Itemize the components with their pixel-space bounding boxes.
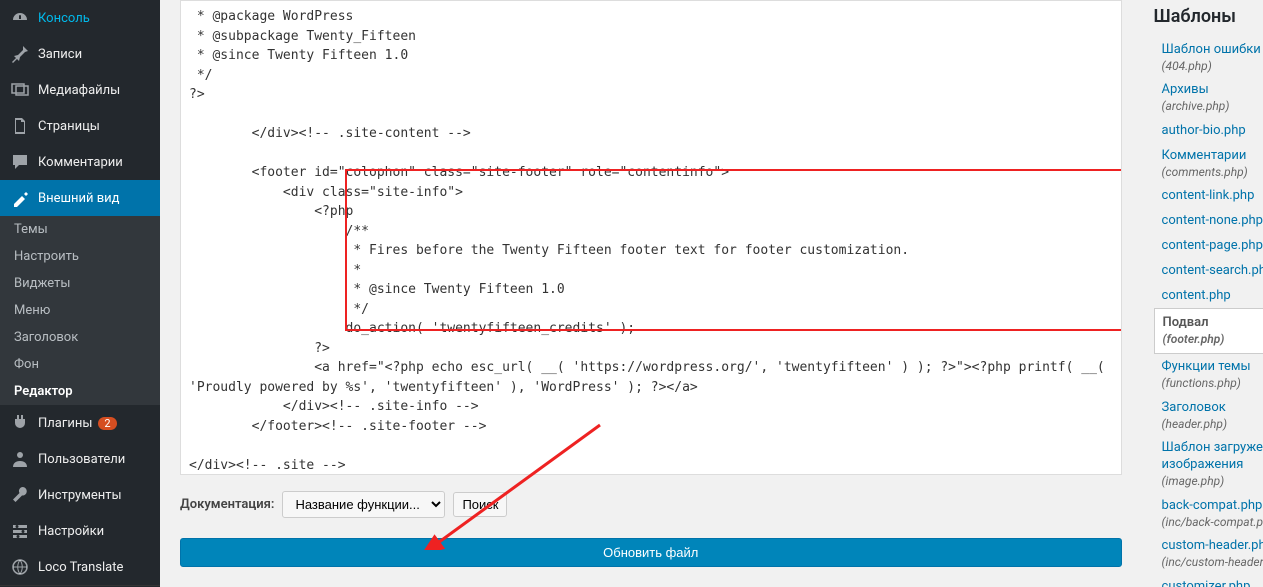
template-item[interactable]: Функции темы(functions.php) bbox=[1154, 354, 1263, 394]
menu-label: Записи bbox=[38, 47, 82, 62]
submenu-background[interactable]: Фон bbox=[0, 351, 160, 378]
users-icon bbox=[10, 449, 30, 469]
menu-settings[interactable]: Настройки bbox=[0, 513, 160, 549]
submenu-menus[interactable]: Меню bbox=[0, 297, 160, 324]
main-content: * @package WordPress * @subpackage Twent… bbox=[160, 0, 1142, 587]
doc-label: Документация: bbox=[180, 497, 274, 512]
dashboard-icon bbox=[10, 8, 30, 28]
code-content: * @package WordPress * @subpackage Twent… bbox=[189, 9, 1113, 475]
menu-users[interactable]: Пользователи bbox=[0, 441, 160, 477]
menu-label: Комментарии bbox=[38, 155, 123, 170]
submenu-widgets[interactable]: Виджеты bbox=[0, 270, 160, 297]
submenu-header[interactable]: Заголовок bbox=[0, 324, 160, 351]
template-item[interactable]: Комментарии(comments.php) bbox=[1154, 143, 1263, 183]
template-item[interactable]: custom-header.php(inc/custom-header.php) bbox=[1154, 533, 1263, 573]
appearance-icon bbox=[10, 188, 30, 208]
template-item[interactable]: customizer.php bbox=[1154, 574, 1263, 587]
template-item[interactable]: Заголовок(header.php) bbox=[1154, 395, 1263, 435]
pages-icon bbox=[10, 116, 30, 136]
menu-comments[interactable]: Комментарии bbox=[0, 144, 160, 180]
menu-label: Консоль bbox=[38, 11, 90, 26]
templates-heading: Шаблоны bbox=[1154, 6, 1263, 27]
menu-label: Страницы bbox=[38, 119, 100, 134]
plugins-icon bbox=[10, 413, 30, 433]
menu-loco[interactable]: Loco Translate bbox=[0, 549, 160, 585]
menu-pages[interactable]: Страницы bbox=[0, 108, 160, 144]
menu-label: Плагины bbox=[38, 416, 92, 431]
submenu-editor[interactable]: Редактор bbox=[0, 378, 160, 405]
menu-tools[interactable]: Инструменты bbox=[0, 477, 160, 513]
template-item[interactable]: content-none.php bbox=[1154, 208, 1263, 233]
plugins-badge: 2 bbox=[98, 417, 116, 430]
settings-icon bbox=[10, 521, 30, 541]
template-item[interactable]: author-bio.php bbox=[1154, 118, 1263, 143]
template-item[interactable]: Архивы(archive.php) bbox=[1154, 77, 1263, 117]
templates-panel: Шаблоны Шаблон ошибки 404(404.php) Архив… bbox=[1142, 0, 1263, 587]
function-select[interactable]: Название функции... bbox=[282, 491, 445, 518]
menu-label: Медиафайлы bbox=[38, 83, 120, 98]
templates-list: Шаблон ошибки 404(404.php) Архивы(archiv… bbox=[1154, 37, 1263, 587]
menu-media[interactable]: Медиафайлы bbox=[0, 72, 160, 108]
doc-row: Документация: Название функции... Поиск bbox=[180, 491, 1122, 518]
template-item[interactable]: Шаблон загруженного изображения(image.ph… bbox=[1154, 435, 1263, 492]
tools-icon bbox=[10, 485, 30, 505]
menu-appearance[interactable]: Внешний вид bbox=[0, 180, 160, 216]
code-editor[interactable]: * @package WordPress * @subpackage Twent… bbox=[180, 0, 1122, 475]
template-item[interactable]: content.php bbox=[1154, 283, 1263, 308]
loco-icon bbox=[10, 557, 30, 577]
comments-icon bbox=[10, 152, 30, 172]
template-item[interactable]: Шаблон ошибки 404(404.php) bbox=[1154, 37, 1263, 77]
menu-label: Внешний вид bbox=[38, 191, 120, 206]
pin-icon bbox=[10, 44, 30, 64]
template-item-selected[interactable]: Подвал(footer.php) bbox=[1154, 308, 1263, 354]
menu-dashboard[interactable]: Консоль bbox=[0, 0, 160, 36]
update-file-button[interactable]: Обновить файл bbox=[180, 538, 1122, 567]
menu-plugins[interactable]: Плагины 2 bbox=[0, 405, 160, 441]
admin-sidebar: Консоль Записи Медиафайлы Страницы Комме… bbox=[0, 0, 160, 587]
search-button[interactable]: Поиск bbox=[453, 492, 507, 517]
appearance-submenu: Темы Настроить Виджеты Меню Заголовок Фо… bbox=[0, 216, 160, 405]
template-item[interactable]: content-page.php bbox=[1154, 233, 1263, 258]
menu-label: Loco Translate bbox=[38, 560, 123, 575]
menu-posts[interactable]: Записи bbox=[0, 36, 160, 72]
template-item[interactable]: content-search.php bbox=[1154, 258, 1263, 283]
media-icon bbox=[10, 80, 30, 100]
menu-label: Настройки bbox=[38, 524, 104, 539]
submenu-themes[interactable]: Темы bbox=[0, 216, 160, 243]
submenu-customize[interactable]: Настроить bbox=[0, 243, 160, 270]
menu-label: Инструменты bbox=[38, 488, 122, 503]
template-item[interactable]: content-link.php bbox=[1154, 183, 1263, 208]
template-item[interactable]: back-compat.php(inc/back-compat.php) bbox=[1154, 493, 1263, 533]
menu-label: Пользователи bbox=[38, 452, 125, 467]
